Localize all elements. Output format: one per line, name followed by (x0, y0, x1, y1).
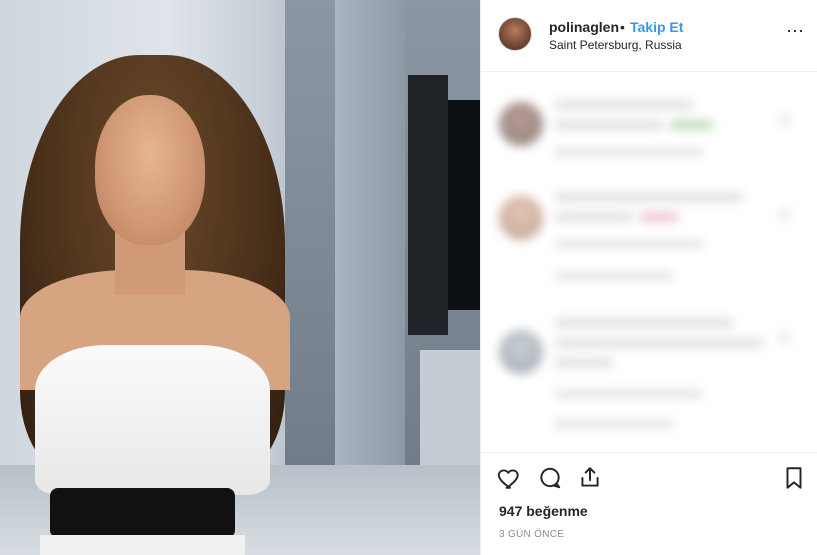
more-options-icon[interactable]: ⋯ (784, 20, 806, 42)
person-belt (50, 488, 235, 538)
bookmark-icon[interactable] (781, 465, 807, 491)
post-timestamp[interactable]: 3 GÜN ÖNCE (499, 529, 564, 540)
post-photo[interactable] (0, 0, 480, 555)
comment-text-line (554, 100, 694, 110)
comment-text-line (554, 358, 614, 368)
heart-icon[interactable] (497, 465, 523, 491)
comment-meta-line (554, 420, 674, 428)
username-link[interactable]: polinaglen (549, 19, 619, 35)
comment-text-line (554, 120, 664, 130)
comment-icon[interactable] (537, 465, 563, 491)
instagram-post: polinaglen • Takip Et Saint Petersburg, … (0, 0, 817, 555)
post-actions: 947 beğenme 3 GÜN ÖNCE (481, 452, 817, 555)
comment-text-line (554, 212, 634, 222)
comment-text-line (554, 192, 744, 202)
comment-like-icon (779, 332, 791, 344)
follow-button[interactable]: Takip Et (630, 19, 683, 35)
post-side-panel: polinaglen • Takip Et Saint Petersburg, … (480, 0, 817, 555)
share-icon[interactable] (577, 465, 603, 491)
location-link[interactable]: Saint Petersburg, Russia (549, 38, 682, 52)
comment-meta-line (554, 240, 704, 248)
comment-like-icon (779, 208, 791, 220)
comment-avatar (499, 102, 543, 146)
comment-text-line (554, 318, 734, 328)
comment-text-line (554, 338, 764, 348)
blurred-comment (499, 184, 799, 294)
background-door (448, 100, 480, 310)
comment-like-icon (779, 114, 791, 126)
separator-dot: • (620, 19, 625, 35)
comment-emoji-line (669, 120, 714, 130)
person-face (95, 95, 205, 245)
background-pillar (335, 0, 405, 465)
comment-avatar (499, 196, 543, 240)
background-curtain (408, 75, 448, 335)
person-top (35, 345, 270, 495)
comments-section[interactable] (481, 72, 817, 452)
comment-avatar (499, 330, 543, 374)
comment-meta-line (554, 148, 704, 156)
person-skirt (40, 535, 245, 555)
comment-emoji-line (639, 212, 679, 222)
likes-count[interactable]: 947 beğenme (499, 503, 588, 519)
comment-meta-line (554, 390, 704, 398)
post-header: polinaglen • Takip Et Saint Petersburg, … (481, 0, 817, 72)
comment-meta-line (554, 272, 674, 280)
avatar[interactable] (498, 17, 532, 51)
blurred-comment (499, 90, 799, 180)
blurred-comment (499, 308, 799, 438)
